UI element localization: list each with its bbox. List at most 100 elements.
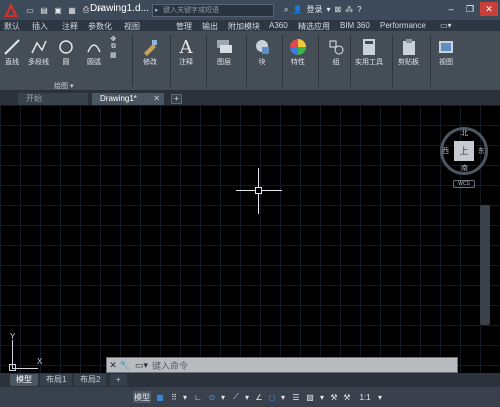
layers-panel-button[interactable]: 图层	[214, 37, 234, 67]
isodraft-dropdown-icon[interactable]: ▾	[243, 391, 251, 403]
search-dropdown-icon[interactable]: ▸	[155, 5, 159, 16]
document-title: Drawing1.d...	[90, 3, 149, 14]
model-space-button[interactable]: 模型	[133, 391, 151, 403]
selection-cycling-dropdown-icon[interactable]: ▾	[318, 391, 326, 403]
move-icon[interactable]: ✥	[110, 35, 116, 43]
save-as-icon[interactable]: ▦	[66, 4, 78, 16]
user-icon[interactable]: 👤	[292, 5, 302, 14]
add-layout-button[interactable]: +	[110, 374, 127, 386]
window-controls: – ❐ ✕	[442, 2, 498, 16]
modify-panel-button[interactable]: 修改	[140, 37, 160, 67]
cursor-pickbox	[255, 187, 262, 194]
grid-icon[interactable]: ▦	[154, 391, 166, 403]
chevron-down-icon[interactable]: ▾	[326, 5, 330, 14]
annotation-scale[interactable]: 1:1	[354, 391, 376, 403]
circle-icon	[56, 37, 76, 57]
a360-icon[interactable]: ⁂	[345, 5, 353, 14]
close-icon[interactable]: ✕	[480, 2, 498, 16]
layout-tab-bar: 模型 布局1 布局2 +	[0, 373, 500, 387]
tab-layout1[interactable]: 布局1	[40, 374, 73, 386]
circle-tool-button[interactable]: 圆	[56, 37, 76, 67]
cart-icon[interactable]: ⊠	[334, 5, 341, 14]
group-icon	[326, 37, 346, 57]
minimize-icon[interactable]: –	[442, 2, 460, 16]
search-icon[interactable]: ⌕	[284, 5, 288, 15]
tab-bim360[interactable]: BIM 360	[340, 21, 370, 30]
line-icon	[2, 37, 22, 57]
close-tab-icon[interactable]: ✕	[153, 93, 160, 105]
polar-icon[interactable]: ⊙	[206, 391, 218, 403]
isodraft-icon[interactable]: ⟋	[230, 391, 242, 403]
draw-panel-label[interactable]: 绘图 ▾	[54, 81, 73, 91]
view-panel-button[interactable]: 视图	[436, 37, 456, 67]
group-panel-button[interactable]: 组	[326, 37, 346, 67]
command-input[interactable]: 键入命令	[152, 359, 188, 372]
new-tab-button[interactable]: +	[171, 94, 182, 104]
polyline-tool-button[interactable]: 多段线	[28, 37, 49, 67]
block-panel-button[interactable]: 块	[252, 37, 272, 67]
polar-dropdown-icon[interactable]: ▾	[219, 391, 227, 403]
utilities-panel-button[interactable]: 实用工具	[355, 37, 383, 67]
login-button[interactable]: 登录	[306, 4, 322, 15]
line-tool-button[interactable]: 直线	[2, 37, 22, 67]
ribbon-panel: 直线 多段线 圆 圆弧 ✥ ⧉ ▦ 绘图 ▾ 修改 A 注释 图层 块 特性 组…	[0, 31, 500, 91]
command-recent-icon[interactable]: ▭▾	[135, 360, 148, 371]
ucs-x-label: X	[37, 357, 43, 366]
search-input[interactable]: ▸ 键入关键字或短语	[152, 4, 274, 17]
block-icon	[252, 37, 272, 57]
view-icon	[436, 37, 456, 57]
viewcube[interactable]: 上 北 南 东 西	[440, 127, 488, 175]
properties-panel-button[interactable]: 特性	[288, 37, 308, 67]
drawing-canvas[interactable]	[0, 105, 500, 373]
arc-tool-button[interactable]: 圆弧	[84, 37, 104, 67]
customize-icon[interactable]: 🔧	[119, 358, 131, 372]
help-icon[interactable]: ?	[357, 5, 361, 14]
color-wheel-icon	[288, 37, 308, 57]
hatch-icon[interactable]: ▦	[110, 51, 117, 59]
wcs-menu[interactable]: WCS	[453, 180, 475, 188]
ribbon-tab-bar: 默认 插入 注释 参数化 视图 管理 输出 附加模块 A360 精选应用 BIM…	[0, 20, 500, 31]
ucs-origin	[9, 364, 16, 371]
command-line: ✕ 🔧 ▭▾ 键入命令	[106, 357, 458, 373]
tab-model[interactable]: 模型	[10, 374, 38, 386]
command-prompt: ▭▾	[135, 360, 148, 371]
tab-a360[interactable]: A360	[269, 21, 288, 30]
tab-layout2[interactable]: 布局2	[74, 374, 107, 386]
maximize-icon[interactable]: ❐	[461, 2, 479, 16]
tab-drawing1[interactable]: Drawing1* ✕	[92, 93, 164, 105]
clipboard-panel-button[interactable]: 剪贴板	[398, 37, 419, 67]
autoscale-icon[interactable]: ⚒	[341, 391, 353, 403]
osnap-tracking-icon[interactable]: ∠	[253, 391, 265, 403]
layers-icon	[214, 37, 234, 57]
copy-icon[interactable]: ⧉	[111, 43, 116, 51]
autocad-logo-icon[interactable]	[0, 0, 22, 20]
annotation-visibility-icon[interactable]: ⚒	[328, 391, 340, 403]
snap-dropdown-icon[interactable]: ▾	[181, 391, 189, 403]
annotation-panel-button[interactable]: A 注释	[176, 37, 196, 67]
snap-icon[interactable]: ⠿	[168, 391, 180, 403]
transparency-icon[interactable]: ▧	[304, 391, 316, 403]
title-bar: ▭ ▤ ▣ ▦ ⎙ ↶ Drawing1.d... ▸ 键入关键字或短语 ⌕ 👤…	[0, 0, 500, 20]
polyline-icon	[29, 37, 49, 57]
open-file-icon[interactable]: ▤	[38, 4, 50, 16]
text-a-icon: A	[179, 36, 193, 58]
viewcube-top-face[interactable]: 上	[454, 141, 474, 161]
viewcube-east[interactable]: 东	[478, 146, 485, 156]
clipboard-icon	[399, 37, 419, 57]
save-icon[interactable]: ▣	[52, 4, 64, 16]
draw-extra-tools: ✥ ⧉ ▦	[110, 35, 117, 59]
viewcube-north[interactable]: 北	[461, 128, 468, 138]
osnap-icon[interactable]: ◻	[266, 391, 278, 403]
lineweight-icon[interactable]: ☰	[290, 391, 302, 403]
viewcube-south[interactable]: 南	[461, 163, 468, 173]
scale-dropdown-icon[interactable]: ▾	[376, 391, 384, 403]
tab-performance[interactable]: Performance	[380, 21, 426, 30]
viewcube-west[interactable]: 西	[442, 146, 449, 156]
ribbon-options-icon[interactable]: ▭▾	[440, 21, 452, 30]
osnap-dropdown-icon[interactable]: ▾	[279, 391, 287, 403]
navigation-bar[interactable]	[480, 205, 490, 325]
close-command-icon[interactable]: ✕	[107, 358, 119, 372]
tab-start[interactable]: 开始	[18, 93, 88, 105]
new-file-icon[interactable]: ▭	[24, 4, 36, 16]
ortho-icon[interactable]: ∟	[192, 391, 204, 403]
